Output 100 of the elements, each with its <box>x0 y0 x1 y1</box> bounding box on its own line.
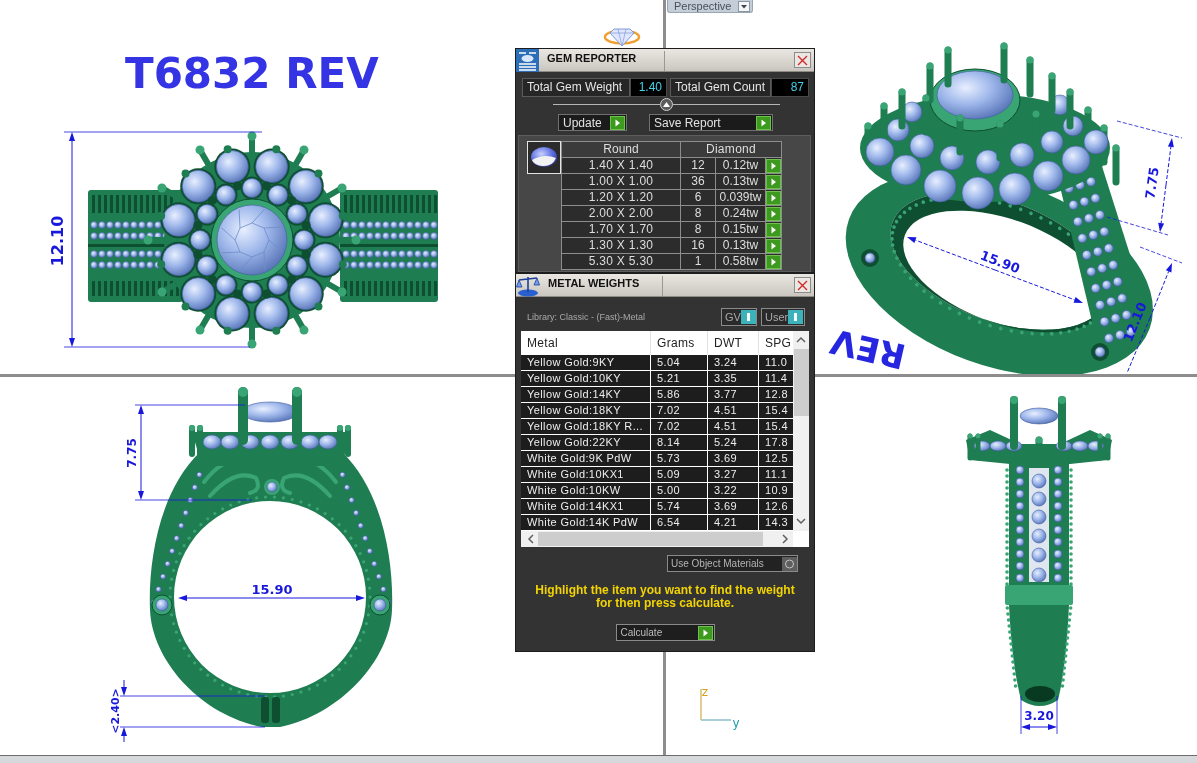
table-cell: 11.0 <box>759 355 793 371</box>
table-cell: 4.51 <box>708 403 759 419</box>
dimension-label: 7.75 <box>125 438 139 468</box>
chevron-left-icon[interactable] <box>527 534 535 544</box>
table-cell: 15.4 <box>759 419 793 435</box>
table-cell: Yellow Gold:18KY R... <box>521 419 651 435</box>
table-cell: 0.58tw <box>716 254 766 270</box>
scale-icon <box>516 274 540 297</box>
stat-value: 1.40 <box>630 78 667 97</box>
table-cell: 12 <box>681 158 716 174</box>
dimension-label: 12.10 <box>47 215 67 267</box>
action-button[interactable]: Save Report <box>649 114 773 131</box>
axis-label: y <box>732 716 740 730</box>
table-cell: 3.22 <box>708 483 759 499</box>
table-cell: 5.00 <box>651 483 708 499</box>
table-cell: 0.12tw <box>716 158 766 174</box>
table-cell: 16 <box>681 238 716 254</box>
table-cell: 3.27 <box>708 467 759 483</box>
axis-label: z <box>701 685 709 699</box>
table-cell: 1.00 X 1.00 <box>562 174 681 190</box>
table-cell: 6 <box>681 190 716 206</box>
report-icon <box>516 49 539 72</box>
toggle-button[interactable]: GV <box>721 308 757 326</box>
table-cell: 6.54 <box>651 515 708 531</box>
table-cell: 15.4 <box>759 403 793 419</box>
close-icon <box>797 279 808 291</box>
table-cell: 14.3 <box>759 515 793 531</box>
gem-icon <box>527 141 561 174</box>
table-cell: 4.21 <box>708 515 759 531</box>
table-cell: 10.9 <box>759 483 793 499</box>
table-cell: Yellow Gold:10KY <box>521 371 651 387</box>
table-cell: 5.21 <box>651 371 708 387</box>
close-button[interactable] <box>794 52 811 68</box>
dimension-label: 15.90 <box>251 581 293 597</box>
part-number-title: T6832 REV <box>125 49 379 98</box>
table-cell: Yellow Gold:18KY <box>521 403 651 419</box>
table-cell: 0.039tw <box>716 190 766 206</box>
table-cell: 8.14 <box>651 435 708 451</box>
table-cell: 3.24 <box>708 355 759 371</box>
panel-title: GEM REPORTER <box>546 51 638 66</box>
table-cell: Yellow Gold:14KY <box>521 387 651 403</box>
chevron-right-icon[interactable] <box>781 534 789 544</box>
table-cell: 2.00 X 2.00 <box>562 206 681 222</box>
table-cell: 12.8 <box>759 387 793 403</box>
caret-up-icon <box>663 102 670 107</box>
table-cell: 8 <box>681 206 716 222</box>
table-cell: 1 <box>681 254 716 270</box>
action-button[interactable]: Update <box>558 114 627 131</box>
library-label: Library: Classic - (Fast)-Metal <box>527 312 646 322</box>
stat-value: 87 <box>771 78 809 97</box>
close-icon <box>797 54 808 66</box>
table-cell: Yellow Gold:9KY <box>521 355 651 371</box>
table-cell: 3.35 <box>708 371 759 387</box>
close-button[interactable] <box>794 277 811 293</box>
table-cell: 1.70 X 1.70 <box>562 222 681 238</box>
toggle-button[interactable]: User <box>761 308 805 326</box>
table-cell: 7.02 <box>651 419 708 435</box>
chevron-up-icon[interactable] <box>796 336 806 344</box>
table-cell: 11.1 <box>759 467 793 483</box>
table-cell: 1.20 X 1.20 <box>562 190 681 206</box>
table-cell: White Gold:9K PdW <box>521 451 651 467</box>
stat-label: Total Gem Weight <box>522 78 630 97</box>
table-cell: 4.51 <box>708 419 759 435</box>
calculate-button[interactable]: Calculate <box>615 624 715 641</box>
dimension-line <box>1020 695 1058 735</box>
table-cell: 5.24 <box>708 435 759 451</box>
table-cell: 5.30 X 5.30 <box>562 254 681 270</box>
table-cell: 7.02 <box>651 403 708 419</box>
table-cell: 5.73 <box>651 451 708 467</box>
table-cell: 12.6 <box>759 499 793 515</box>
table-cell: 8 <box>681 222 716 238</box>
table-cell: 12.5 <box>759 451 793 467</box>
table-cell: 0.15tw <box>716 222 766 238</box>
chevron-down-icon[interactable] <box>796 517 806 525</box>
table-cell: 5.86 <box>651 387 708 403</box>
table-cell: 0.13tw <box>716 238 766 254</box>
table-cell: Yellow Gold:22KY <box>521 435 651 451</box>
table-cell: 3.69 <box>708 499 759 515</box>
view-menu-button[interactable]: Perspective <box>667 0 753 13</box>
table-cell: White Gold:10KX1 <box>521 467 651 483</box>
table-cell: 36 <box>681 174 716 190</box>
table-cell: 5.04 <box>651 355 708 371</box>
engraved-text: REV <box>826 321 910 374</box>
scrollbar-thumb[interactable] <box>793 349 809 416</box>
table-cell: 5.09 <box>651 467 708 483</box>
collapse-button[interactable] <box>660 98 673 111</box>
column-header: Diamond <box>681 142 782 158</box>
dimension-label: 7.75 <box>1142 166 1162 200</box>
panel-title: METAL WEIGHTS <box>547 276 641 291</box>
dimension-label: <2.40> <box>108 688 122 734</box>
table-cell: 3.77 <box>708 387 759 403</box>
table-cell: White Gold:10KW <box>521 483 651 499</box>
table-cell: 1.30 X 1.30 <box>562 238 681 254</box>
table-cell: 3.69 <box>708 451 759 467</box>
scrollbar-thumb[interactable] <box>538 532 763 546</box>
table-cell: 5.74 <box>651 499 708 515</box>
table-cell: 17.8 <box>759 435 793 451</box>
toggle-button[interactable]: Use Object Materials <box>667 555 798 572</box>
table-cell: 1.40 X 1.40 <box>562 158 681 174</box>
table-cell: White Gold:14KX1 <box>521 499 651 515</box>
